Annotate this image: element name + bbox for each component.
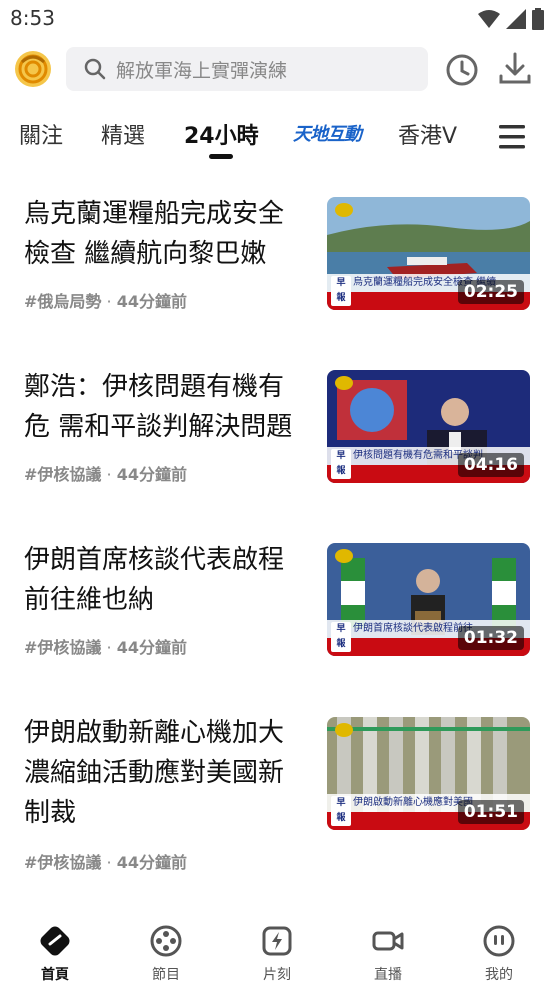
nav-label: 直播 xyxy=(374,967,402,983)
nav-home[interactable]: 首頁 xyxy=(25,924,85,984)
nav-programs[interactable]: 節目 xyxy=(136,924,196,984)
battery-icon xyxy=(532,8,544,30)
tab-following[interactable]: 關注 xyxy=(19,118,63,150)
download-icon[interactable] xyxy=(496,50,534,88)
nav-label: 我的 xyxy=(485,967,513,983)
channel-badge-icon: 早報 xyxy=(331,449,351,479)
tab-24-hours[interactable]: 24小時 xyxy=(184,118,259,150)
profile-icon xyxy=(483,925,515,957)
app-logo-icon[interactable] xyxy=(14,50,52,88)
news-title: 鄭浩：伊核問題有機有 危 需和平談判解決問題 xyxy=(24,367,304,447)
film-reel-icon xyxy=(150,925,182,957)
news-title-line: 伊朗首席核談代表啟程 xyxy=(24,545,285,575)
search-placeholder: 解放軍海上實彈演練 xyxy=(116,59,288,82)
channel-logo-icon xyxy=(335,723,353,737)
history-clock-icon[interactable] xyxy=(444,52,480,88)
news-title-line: 檢查 繼續航向黎巴嫩 xyxy=(24,239,267,269)
channel-logo-icon xyxy=(335,549,353,563)
status-time: 8:53 xyxy=(10,6,55,30)
video-duration: 04:16 xyxy=(457,453,524,477)
news-title-line: 鄭浩：伊核問題有機有 xyxy=(24,372,285,402)
news-tag[interactable]: #伊核協議 xyxy=(24,853,101,872)
news-tag[interactable]: #俄烏局勢 xyxy=(24,292,101,311)
signal-icon xyxy=(506,9,526,29)
news-title: 伊朗啟動新離心機加大 濃縮鈾活動應對美國新 制裁 xyxy=(24,713,304,833)
home-icon xyxy=(40,926,70,956)
menu-icon[interactable] xyxy=(497,122,527,152)
nav-label: 節目 xyxy=(152,967,180,983)
news-title-line: 危 需和平談判解決問題 xyxy=(24,412,293,442)
nav-live[interactable]: 直播 xyxy=(358,924,418,984)
news-title-line: 制裁 xyxy=(24,798,77,828)
search-input[interactable]: 解放軍海上實彈演練 xyxy=(66,47,428,91)
nav-moments[interactable]: 片刻 xyxy=(247,924,307,984)
tab-featured[interactable]: 精選 xyxy=(101,118,145,150)
news-tag[interactable]: #伊核協議 xyxy=(24,465,101,484)
news-title-line: 濃縮鈾活動應對美國新 xyxy=(24,758,285,788)
news-meta: #俄烏局勢 · 44分鐘前 xyxy=(24,292,187,311)
nav-label: 片刻 xyxy=(263,967,291,983)
news-meta: #伊核協議 · 44分鐘前 xyxy=(24,638,187,657)
channel-badge-icon: 早報 xyxy=(331,276,351,306)
category-tabs: 關注 精選 24小時 天地互動 香港V xyxy=(0,106,554,162)
status-icons xyxy=(478,8,544,30)
news-time: 44分鐘前 xyxy=(116,638,187,657)
news-meta: #伊核協議 · 44分鐘前 xyxy=(24,465,187,484)
news-time: 44分鐘前 xyxy=(116,292,187,311)
video-thumbnail[interactable]: 烏克蘭運糧船完成安全檢查 繼續 早報 02:25 xyxy=(327,197,530,310)
header: 解放軍海上實彈演練 xyxy=(0,44,554,96)
active-tab-indicator xyxy=(209,154,233,159)
channel-logo-icon xyxy=(335,376,353,390)
news-time: 44分鐘前 xyxy=(116,465,187,484)
status-bar: 8:53 xyxy=(0,0,554,38)
video-duration: 01:32 xyxy=(457,626,524,650)
channel-badge-icon: 早報 xyxy=(331,622,351,652)
news-time: 44分鐘前 xyxy=(116,853,187,872)
news-tag[interactable]: #伊核協議 xyxy=(24,638,101,657)
news-title-line: 前往維也納 xyxy=(24,585,155,615)
news-meta: #伊核協議 · 44分鐘前 xyxy=(24,853,187,872)
tab-tiandi-interactive[interactable]: 天地互動 xyxy=(293,120,362,146)
video-duration: 02:25 xyxy=(457,280,524,304)
video-duration: 01:51 xyxy=(457,800,524,824)
wifi-icon xyxy=(478,10,500,28)
channel-logo-icon xyxy=(335,203,353,217)
video-camera-icon xyxy=(372,931,404,951)
search-icon xyxy=(84,58,106,80)
video-thumbnail[interactable]: 伊核問題有機有危需和平談判 早報 04:16 xyxy=(327,370,530,483)
nav-label: 首頁 xyxy=(41,967,69,983)
news-title: 伊朗首席核談代表啟程 前往維也納 xyxy=(24,540,304,620)
news-title-line: 烏克蘭運糧船完成安全 xyxy=(24,199,285,229)
nav-profile[interactable]: 我的 xyxy=(469,924,529,984)
video-thumbnail[interactable]: 伊朗啟動新離心機應對美國 早報 01:51 xyxy=(327,717,530,830)
news-title: 烏克蘭運糧船完成安全 檢查 繼續航向黎巴嫩 xyxy=(24,194,304,274)
channel-badge-icon: 早報 xyxy=(331,796,351,826)
video-thumbnail[interactable]: 伊朗首席核談代表啟程前往 早報 01:32 xyxy=(327,543,530,656)
bottom-navigation: 首頁 節目 片刻 直播 我的 xyxy=(0,912,554,985)
tab-hong-kong-v[interactable]: 香港V xyxy=(398,118,457,150)
news-title-line: 伊朗啟動新離心機加大 xyxy=(24,718,285,748)
lightning-icon xyxy=(262,926,292,956)
